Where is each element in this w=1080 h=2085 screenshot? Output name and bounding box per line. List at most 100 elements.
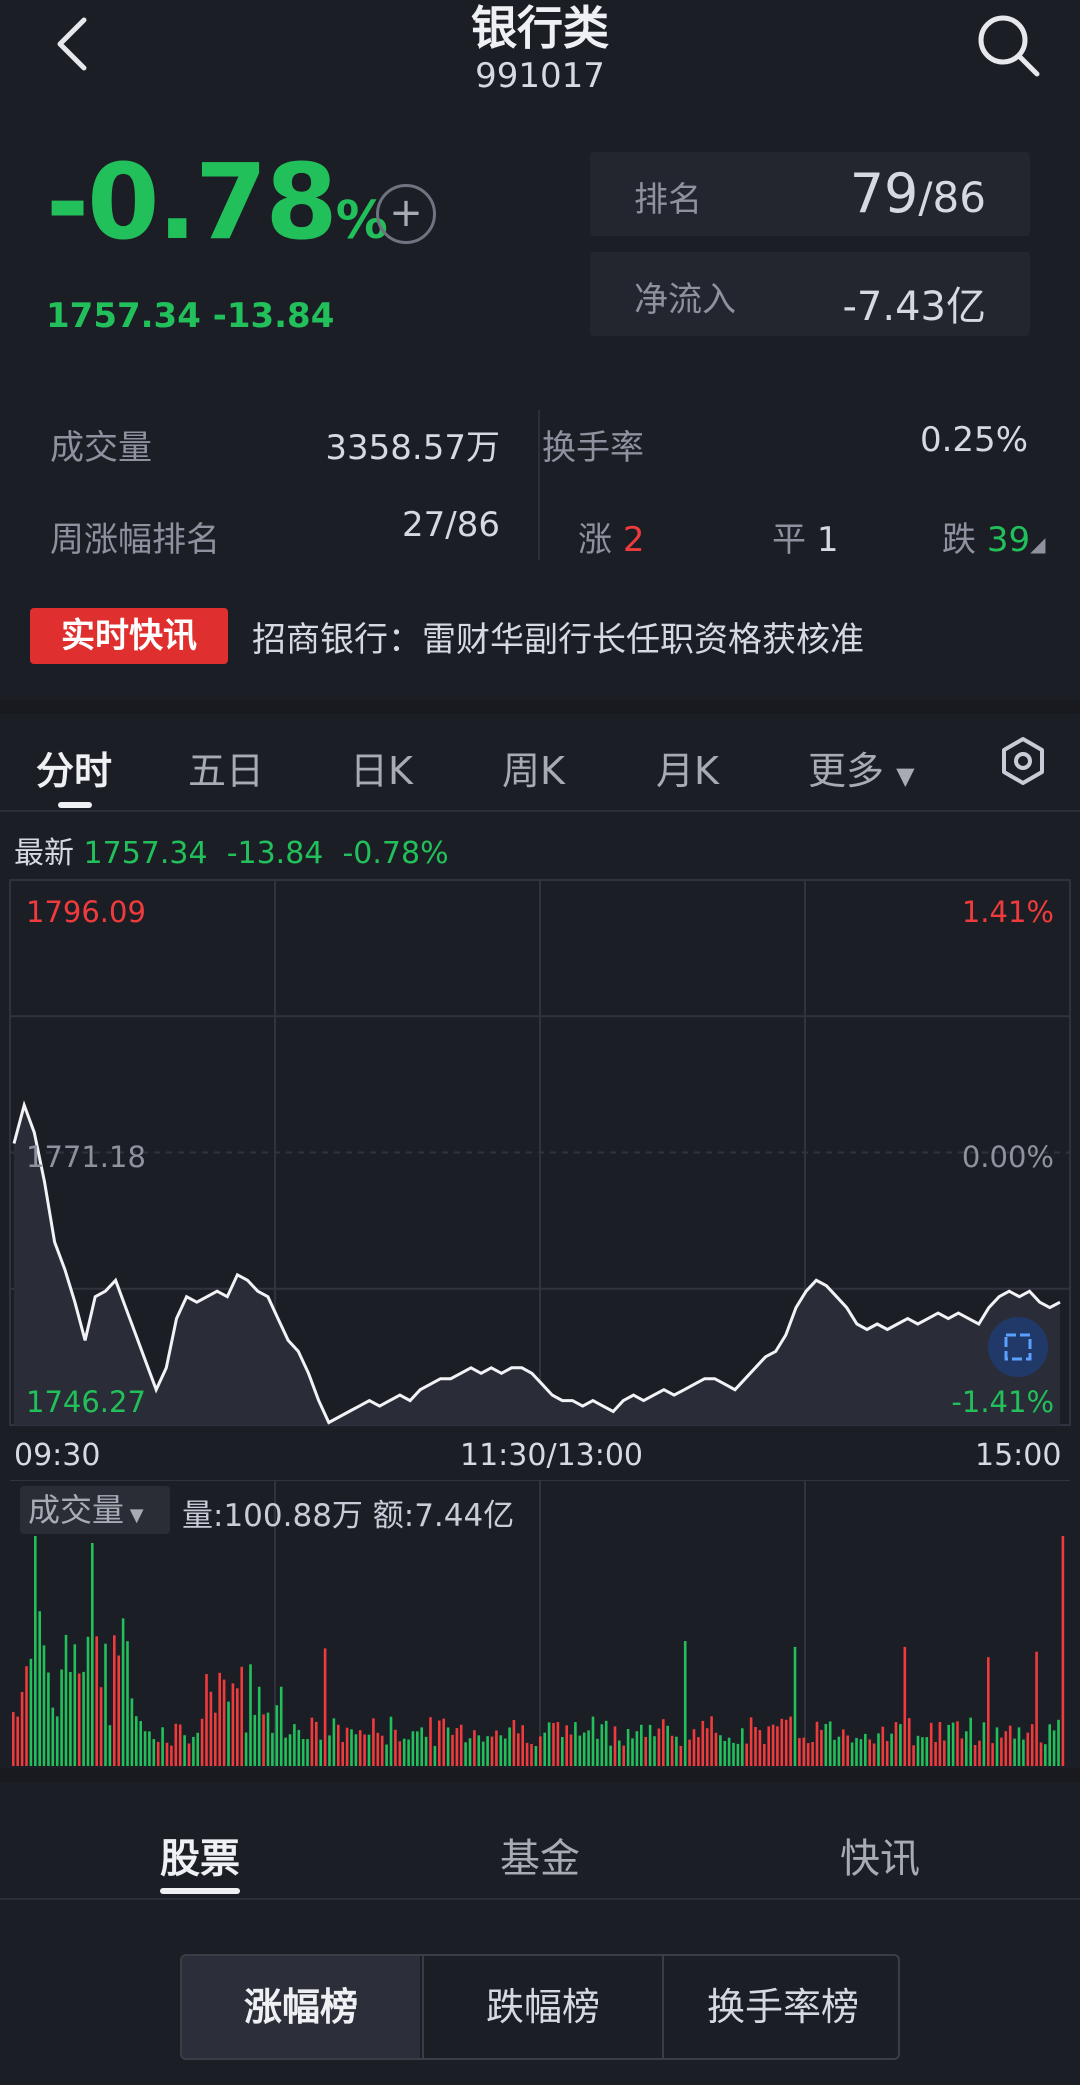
up-label: 涨 xyxy=(578,520,612,560)
net-inflow-value: -7.43亿 xyxy=(842,284,987,330)
volume-bar xyxy=(130,1698,134,1766)
volume-bar xyxy=(424,1736,428,1766)
volume-dropdown[interactable]: 成交量 ▼ xyxy=(20,1486,170,1534)
volume-bar xyxy=(1057,1719,1060,1766)
up-count[interactable]: 涨 2 xyxy=(578,512,644,561)
volume-bar xyxy=(885,1741,889,1766)
volume-bar xyxy=(719,1735,722,1766)
tab-more[interactable]: 更多 ▼ xyxy=(808,740,915,795)
volume-bar xyxy=(99,1687,103,1766)
volume-bar xyxy=(635,1731,639,1766)
volume-bar xyxy=(473,1730,476,1766)
net-inflow-label: 净流入 xyxy=(634,280,736,320)
tab-daily-k[interactable]: 日K xyxy=(350,740,413,795)
tab-funds[interactable]: 基金 xyxy=(440,1826,640,1884)
volume-bar xyxy=(600,1724,604,1766)
volume-bar xyxy=(332,1718,336,1766)
volume-bar xyxy=(205,1674,208,1766)
volume-bar xyxy=(539,1736,542,1766)
tab-monthly-k[interactable]: 月K xyxy=(656,740,719,795)
flat-count[interactable]: 平 1 xyxy=(772,512,838,561)
tab-intraday[interactable]: 分时 xyxy=(36,740,112,795)
volume-bar xyxy=(903,1646,907,1766)
volume-bar xyxy=(192,1736,195,1766)
volume-bar xyxy=(214,1712,217,1766)
volume-bar xyxy=(1017,1727,1021,1766)
tab-five-day[interactable]: 五日 xyxy=(188,740,264,795)
news-tag[interactable]: 实时快讯 xyxy=(30,608,228,664)
volume-bar xyxy=(86,1636,90,1766)
volume-bar xyxy=(530,1744,533,1766)
segment-gainers[interactable]: 涨幅榜 xyxy=(182,1956,420,2058)
volume-label: 成交量 xyxy=(50,428,152,468)
fullscreen-icon[interactable] xyxy=(988,1317,1048,1377)
down-count[interactable]: 跌 39◢ xyxy=(942,512,1045,561)
volume-bar xyxy=(402,1738,406,1766)
news-headline[interactable]: 招商银行：雷财华副行长任职资格获核准 xyxy=(252,612,864,661)
flat-label: 平 xyxy=(772,520,806,560)
volume-bar xyxy=(459,1724,463,1766)
volume-bar xyxy=(802,1737,806,1766)
volume-bar xyxy=(561,1737,564,1766)
volume-bar xyxy=(956,1721,959,1766)
volume-bar xyxy=(991,1743,994,1766)
volume-bar xyxy=(1004,1731,1008,1766)
volume-bar xyxy=(420,1727,423,1766)
intraday-chart[interactable]: 1796.09 1771.18 1746.27 1.41% 0.00% -1.4… xyxy=(0,875,1080,1435)
volume-bar xyxy=(148,1731,151,1766)
volume-bar xyxy=(894,1722,898,1766)
segment-turnover[interactable]: 换手率榜 xyxy=(662,1956,898,2058)
volume-bar xyxy=(446,1727,450,1766)
volume-bar xyxy=(758,1730,762,1766)
volume-bar xyxy=(499,1735,503,1766)
volume-bar xyxy=(604,1720,608,1766)
volume-bar xyxy=(591,1716,595,1766)
volume-bar xyxy=(705,1728,709,1766)
volume-bar xyxy=(323,1648,327,1766)
volume-bar xyxy=(319,1739,322,1766)
expand-triangle-icon: ◢ xyxy=(1030,532,1046,556)
volume-bar xyxy=(644,1736,647,1766)
volume-bar xyxy=(464,1742,467,1766)
volume-bar xyxy=(784,1719,788,1766)
volume-bar xyxy=(1052,1730,1056,1766)
volume-bar xyxy=(152,1739,156,1766)
volume-bar xyxy=(556,1722,560,1766)
last-price: 1757.34 xyxy=(46,296,201,336)
volume-bar xyxy=(877,1733,880,1766)
section-separator xyxy=(0,700,1080,714)
volume-bar xyxy=(16,1716,19,1766)
time-mid-label: 11:30/13:00 xyxy=(460,1438,644,1473)
volume-bar xyxy=(987,1657,990,1766)
add-watchlist-icon[interactable]: + xyxy=(376,184,436,244)
tab-stocks[interactable]: 股票 xyxy=(100,1826,300,1884)
volume-bar xyxy=(55,1716,59,1766)
volume-bar xyxy=(890,1733,893,1766)
volume-bar xyxy=(1061,1536,1065,1766)
settings-icon[interactable] xyxy=(998,736,1048,786)
volume-bar xyxy=(912,1745,915,1766)
volume-bar xyxy=(354,1734,358,1766)
volume-bar xyxy=(727,1737,731,1766)
volume-bar xyxy=(525,1742,529,1766)
volume-bar xyxy=(126,1641,129,1766)
volume-bar xyxy=(481,1741,485,1766)
volume-bar xyxy=(754,1727,757,1766)
volume-bar xyxy=(240,1666,243,1766)
volume-bar xyxy=(178,1724,182,1766)
volume-bar xyxy=(767,1726,770,1766)
volume-dropdown-label: 成交量 xyxy=(28,1491,125,1529)
volume-bar xyxy=(833,1739,836,1766)
volume-bar xyxy=(121,1618,125,1766)
volume-bar xyxy=(1013,1738,1016,1766)
search-icon[interactable] xyxy=(975,12,1041,78)
volume-bar xyxy=(284,1737,287,1766)
segment-losers[interactable]: 跌幅榜 xyxy=(422,1956,662,2058)
volume-bar xyxy=(806,1743,810,1766)
tab-news[interactable]: 快讯 xyxy=(780,1826,980,1884)
volume-bar xyxy=(416,1731,419,1766)
down-label: 跌 xyxy=(942,520,976,560)
volume-bar xyxy=(306,1739,309,1766)
tab-weekly-k[interactable]: 周K xyxy=(502,740,565,795)
volume-bar xyxy=(95,1636,98,1766)
